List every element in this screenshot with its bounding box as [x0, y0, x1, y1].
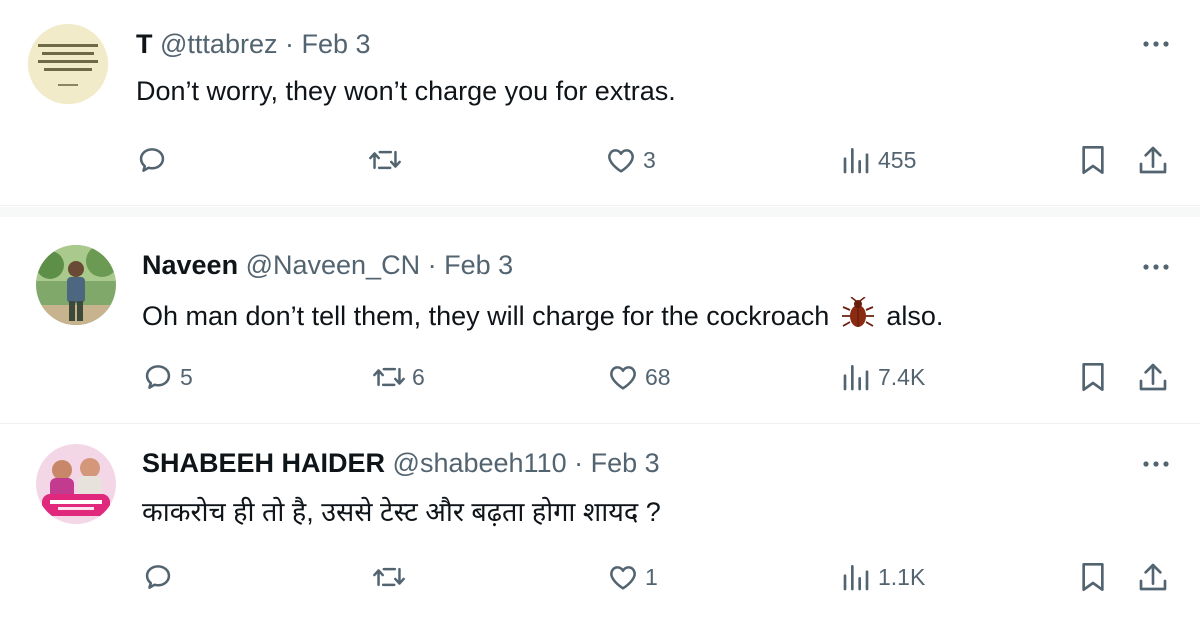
tweet-text: काकरोच ही तो है, उससे टेस्ट और बढ़ता होग…: [142, 497, 661, 527]
heart-icon: [610, 566, 636, 590]
reply-count: 5: [180, 363, 193, 390]
user-handle[interactable]: @Naveen_CN: [246, 250, 421, 280]
more-dots-icon[interactable]: [1139, 34, 1173, 54]
tweet-text: Oh man don’t tell them, they will charge…: [142, 296, 944, 338]
bookmark-icon: [1082, 563, 1104, 591]
user-avatar[interactable]: [36, 444, 116, 524]
tweet-2[interactable]: Naveen @Naveen_CN · Feb 3 Oh man don’t t…: [0, 217, 1200, 424]
divider: [0, 207, 1200, 217]
heart-icon: [610, 366, 636, 390]
display-name[interactable]: SHABEEH HAIDER: [142, 448, 385, 478]
retweet-button[interactable]: [372, 561, 412, 593]
views-chart-icon: [843, 365, 869, 391]
bookmark-button[interactable]: [1079, 361, 1107, 393]
like-button[interactable]: 1: [607, 561, 658, 593]
tweet-header: T @tttabrez · Feb 3: [136, 29, 371, 60]
retweet-icon: [369, 150, 401, 170]
views-count: 1.1K: [878, 563, 926, 590]
like-count: 68: [645, 363, 671, 390]
retweet-icon: [373, 367, 405, 387]
views-button[interactable]: 455: [842, 144, 916, 176]
retweet-icon: [373, 567, 405, 587]
tweet-date[interactable]: Feb 3: [302, 29, 371, 59]
share-button[interactable]: [1138, 361, 1168, 393]
views-button[interactable]: 7.4K: [842, 361, 925, 393]
like-button[interactable]: 3: [605, 144, 656, 176]
like-count: 1: [645, 563, 658, 590]
tweet-1[interactable]: T @tttabrez · Feb 3 Don’t worry, they wo…: [0, 0, 1200, 206]
reply-button[interactable]: [136, 144, 174, 176]
share-icon: [1139, 146, 1167, 174]
views-count: 455: [878, 146, 917, 173]
cockroach-emoji: [841, 296, 875, 338]
user-handle[interactable]: @tttabrez: [160, 29, 277, 59]
display-name[interactable]: Naveen: [142, 250, 238, 280]
bookmark-icon: [1082, 146, 1104, 174]
separator: ·: [427, 250, 437, 280]
tweet-text-part: also.: [886, 301, 944, 331]
user-avatar[interactable]: [28, 24, 108, 104]
tweet-header: Naveen @Naveen_CN · Feb 3: [142, 250, 513, 281]
reply-button[interactable]: [142, 561, 180, 593]
retweet-button[interactable]: 6: [372, 361, 425, 393]
user-avatar[interactable]: [36, 245, 116, 325]
tweet-date[interactable]: Feb 3: [591, 448, 660, 478]
bookmark-icon: [1082, 363, 1104, 391]
more-dots-icon[interactable]: [1139, 257, 1173, 277]
heart-icon: [608, 149, 634, 173]
separator: ·: [284, 29, 294, 59]
share-button[interactable]: [1138, 561, 1168, 593]
retweet-count: 6: [412, 363, 425, 390]
tweet-text-part: Oh man don’t tell them, they will charge…: [142, 301, 830, 331]
tweet-3[interactable]: SHABEEH HAIDER @shabeeh110 · Feb 3 काकरो…: [0, 424, 1200, 628]
share-icon: [1139, 563, 1167, 591]
views-button[interactable]: 1.1K: [842, 561, 925, 593]
tweet-text: Don’t worry, they won’t charge you for e…: [136, 76, 676, 106]
reply-icon: [145, 565, 171, 589]
views-chart-icon: [843, 148, 869, 174]
display-name[interactable]: T: [136, 29, 153, 59]
bookmark-button[interactable]: [1079, 561, 1107, 593]
like-button[interactable]: 68: [607, 361, 671, 393]
tweet-header: SHABEEH HAIDER @shabeeh110 · Feb 3: [142, 448, 660, 479]
reply-button[interactable]: 5: [142, 361, 193, 393]
reply-icon: [145, 365, 171, 389]
views-count: 7.4K: [878, 363, 926, 390]
reply-icon: [139, 148, 165, 172]
like-count: 3: [643, 146, 656, 173]
share-icon: [1139, 363, 1167, 391]
more-dots-icon[interactable]: [1139, 454, 1173, 474]
user-handle[interactable]: @shabeeh110: [393, 448, 567, 478]
views-chart-icon: [843, 565, 869, 591]
tweet-date[interactable]: Feb 3: [444, 250, 513, 280]
share-button[interactable]: [1138, 144, 1168, 176]
bookmark-button[interactable]: [1079, 144, 1107, 176]
retweet-button[interactable]: [368, 144, 408, 176]
separator: ·: [574, 448, 584, 478]
